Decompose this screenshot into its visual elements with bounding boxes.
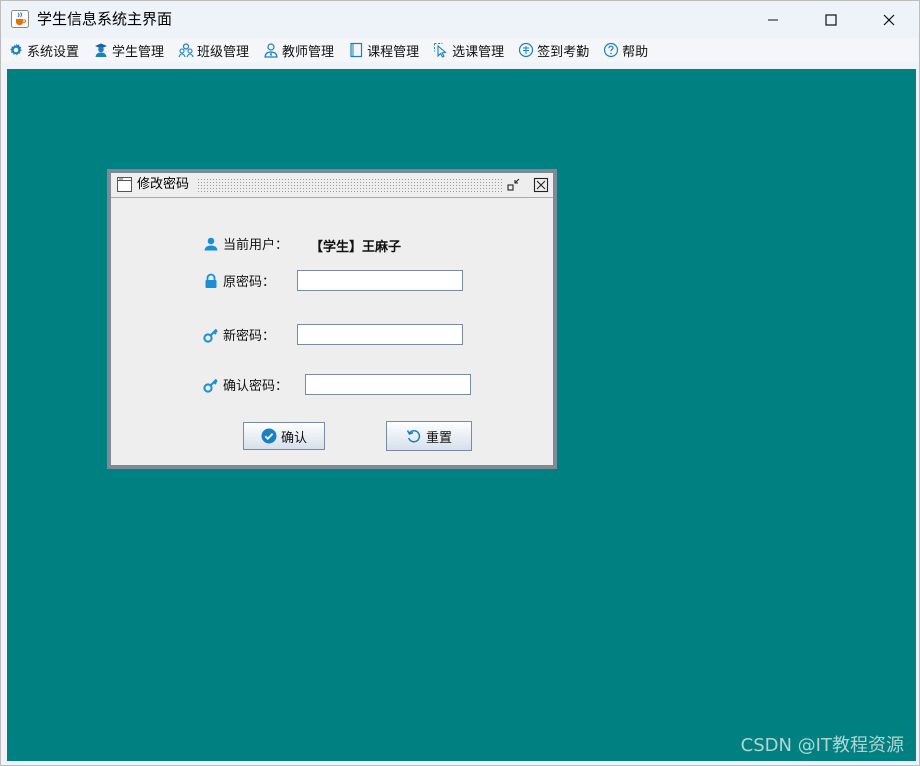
check-circle-icon [261, 428, 277, 444]
key-icon [203, 327, 219, 343]
current-user-value: 【学生】王麻子 [310, 240, 402, 255]
menu-bar: 系统设置 学生管理 班级管理 教师管理 课程管理 选课管理 签到考勤 帮助 [2, 38, 918, 62]
menu-class-management[interactable]: 班级管理 [178, 39, 249, 61]
menu-attendance[interactable]: 签到考勤 [518, 39, 589, 61]
refresh-icon [406, 428, 422, 444]
menu-student-management[interactable]: 学生管理 [93, 39, 164, 61]
current-user-label-row: 当前用户： [203, 234, 288, 253]
menu-course-selection[interactable]: 选课管理 [433, 39, 504, 61]
menu-course-management-label: 课程管理 [367, 44, 420, 60]
menu-system-settings-label: 系统设置 [27, 44, 80, 60]
menu-teacher-management-label: 教师管理 [282, 44, 335, 60]
menu-class-management-label: 班级管理 [197, 44, 250, 60]
old-password-label-row: 原密码： [203, 271, 275, 290]
course-icon [348, 42, 364, 58]
desktop-pane: 修改密码 当前用户： 【学生】王麻子 原密码： 新密码： 确认密码： 确认 重置… [7, 69, 916, 761]
change-password-dialog: 修改密码 当前用户： 【学生】王麻子 原密码： 新密码： 确认密码： 确认 重置 [107, 169, 557, 469]
menu-teacher-management[interactable]: 教师管理 [263, 39, 334, 61]
old-password-input[interactable] [297, 270, 463, 291]
lock-icon [203, 273, 219, 289]
dialog-close-button[interactable] [533, 177, 549, 193]
menu-course-management[interactable]: 课程管理 [348, 39, 419, 61]
reset-button[interactable]: 重置 [386, 421, 472, 451]
menu-attendance-label: 签到考勤 [537, 44, 590, 60]
close-button[interactable] [860, 1, 918, 38]
window-frame-icon [117, 177, 132, 192]
new-password-input[interactable] [297, 324, 463, 345]
main-window: 学生信息系统主界面 系统设置 学生管理 班级管理 教师管理 课程管理 选课管理 … [0, 0, 920, 766]
class-icon [178, 42, 194, 58]
close-box-icon [533, 177, 549, 197]
reset-button-label: 重置 [425, 430, 452, 446]
menu-system-settings[interactable]: 系统设置 [8, 39, 79, 61]
old-password-label: 原密码： [223, 275, 276, 290]
confirm-password-label: 确认密码： [223, 379, 289, 394]
confirm-button-label: 确认 [280, 430, 307, 446]
confirm-button[interactable]: 确认 [243, 422, 325, 450]
dialog-title-bar[interactable]: 修改密码 [111, 173, 553, 198]
maximize-button[interactable] [802, 1, 860, 38]
menu-help-label: 帮助 [622, 44, 649, 60]
teacher-icon [263, 42, 279, 58]
minimize-icon [767, 14, 779, 26]
confirm-password-label-row: 确认密码： [203, 375, 288, 394]
java-cup-icon [11, 10, 29, 28]
cursor-select-icon [433, 42, 449, 58]
confirm-password-input[interactable] [305, 374, 471, 395]
new-password-label: 新密码： [223, 329, 276, 344]
maximize-icon [825, 13, 837, 26]
student-icon [93, 42, 109, 58]
user-icon [203, 236, 219, 252]
menu-course-selection-label: 选课管理 [452, 44, 505, 60]
close-icon [883, 14, 895, 26]
minimize-button[interactable] [744, 1, 802, 38]
watermark: CSDN @IT教程资源 [740, 735, 904, 756]
current-user-label: 当前用户： [223, 238, 289, 253]
gear-icon [8, 42, 24, 58]
menu-student-management-label: 学生管理 [112, 44, 165, 60]
title-grip [197, 178, 503, 192]
attendance-icon [518, 42, 534, 58]
restore-icon [506, 178, 522, 197]
dialog-title: 修改密码 [137, 177, 190, 192]
window-title: 学生信息系统主界面 [37, 10, 173, 28]
menu-help[interactable]: 帮助 [603, 39, 648, 61]
key-icon [203, 377, 219, 393]
dialog-minimize-button[interactable] [506, 177, 522, 193]
help-icon [603, 42, 619, 58]
title-bar[interactable]: 学生信息系统主界面 [1, 1, 919, 38]
new-password-label-row: 新密码： [203, 325, 275, 344]
